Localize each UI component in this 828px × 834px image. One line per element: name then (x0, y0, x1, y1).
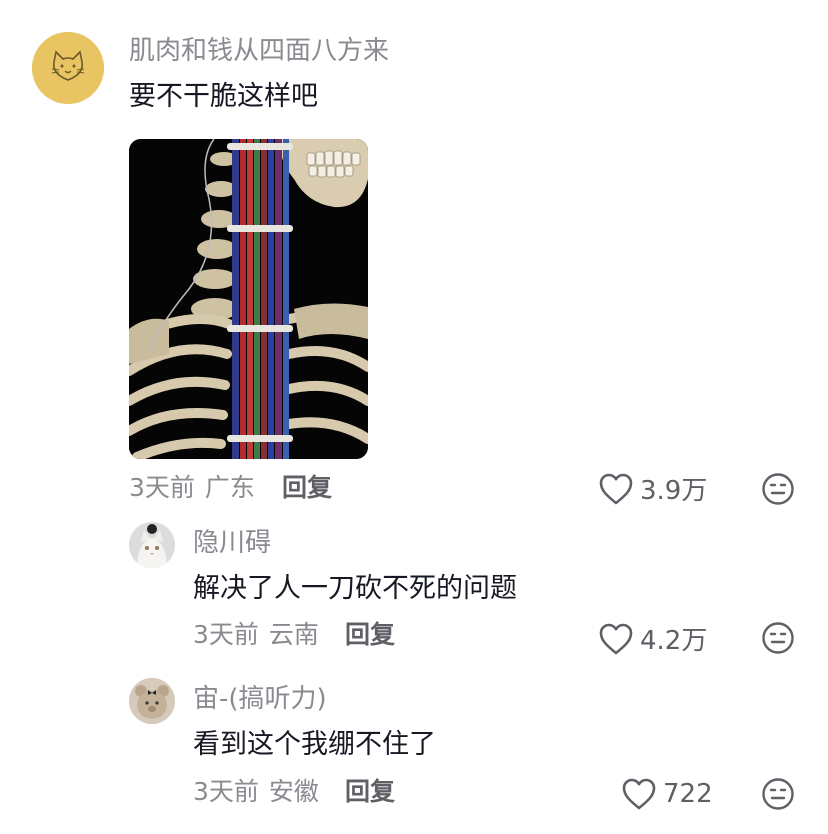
like-count: 722 (663, 779, 713, 809)
meh-face-icon (762, 622, 794, 654)
reply-text: 看到这个我绷不住了 (193, 729, 436, 760)
reply-username[interactable]: 隐川碍 (193, 527, 271, 559)
reply-button[interactable]: 回复 (345, 619, 395, 651)
plush-bear-icon (129, 678, 175, 724)
comment-location: 广东 (204, 473, 255, 502)
reply-time: 3天前 (193, 777, 259, 806)
reply-location: 安徽 (268, 777, 319, 806)
reply-avatar[interactable] (129, 678, 175, 724)
emoji-reaction-button[interactable] (761, 621, 795, 659)
reply-username[interactable]: 宙-(搞听力) (193, 683, 327, 715)
reply-location: 云南 (268, 620, 319, 649)
reply-meta: 3天前 安徽 (193, 776, 319, 808)
like-button[interactable]: 722 (621, 777, 713, 811)
skeleton-neck-image (129, 139, 368, 459)
comment-username[interactable]: 肌肉和钱从四面八方来 (129, 35, 389, 67)
like-button[interactable]: 4.2万 (598, 620, 707, 657)
meh-face-icon (762, 473, 794, 505)
white-cat-icon (129, 522, 175, 568)
cat-doodle-icon (32, 32, 104, 104)
reply-text: 解决了人一刀砍不死的问题 (193, 573, 517, 604)
heart-icon (622, 778, 656, 810)
meh-face-icon (762, 778, 794, 810)
reply-avatar[interactable] (129, 522, 175, 568)
emoji-reaction-button[interactable] (761, 472, 795, 510)
like-button[interactable]: 3.9万 (598, 470, 707, 507)
like-count: 3.9万 (640, 476, 708, 506)
reply-time: 3天前 (193, 620, 259, 649)
like-count: 4.2万 (640, 626, 708, 656)
heart-icon (599, 623, 633, 654)
comment-image[interactable] (129, 139, 368, 459)
comment-avatar[interactable] (32, 32, 104, 104)
emoji-reaction-button[interactable] (761, 777, 795, 815)
reply-meta: 3天前 云南 (193, 619, 319, 651)
heart-icon (599, 473, 633, 504)
reply-button[interactable]: 回复 (345, 776, 395, 808)
comment-text: 要不干脆这样吧 (129, 81, 318, 112)
comment-meta: 3天前 广东 (129, 472, 255, 504)
comment-time: 3天前 (129, 473, 195, 502)
reply-button[interactable]: 回复 (282, 472, 332, 504)
